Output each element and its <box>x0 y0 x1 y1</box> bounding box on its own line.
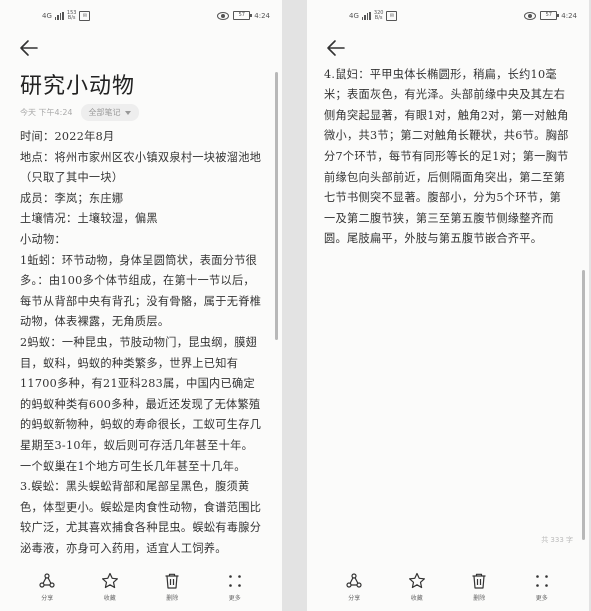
note-line: 时间：2022年8月 <box>20 130 115 143</box>
trash-icon <box>165 573 179 589</box>
note-line: 1蚯蚓：环节动物，身体呈圆筒状，表面分节很多。：由100多个体节组成，在第十一节… <box>20 253 262 329</box>
speed-unit: B/s <box>67 15 76 21</box>
trash-icon <box>472 573 486 589</box>
eye-comfort-icon <box>217 11 230 20</box>
favorite-label: 收藏 <box>103 595 116 602</box>
caret-down-icon <box>124 110 131 115</box>
eye-comfort-icon <box>524 11 537 20</box>
clock: 4:24 <box>561 11 577 20</box>
note-date: 今天 下午4:24 <box>20 108 73 117</box>
battery-icon: 57 <box>540 11 560 20</box>
category-dropdown[interactable]: 全部笔记 <box>80 104 139 121</box>
speed-unit: B/s <box>374 15 383 21</box>
more-button[interactable]: 更多 <box>213 563 257 611</box>
word-count: 共 333 字 <box>541 536 573 544</box>
more-dots-icon <box>228 575 241 587</box>
network-speed: 153 B/s <box>67 11 77 21</box>
back-button[interactable] <box>18 38 40 58</box>
note-line: 4.鼠妇：平甲虫体长椭圆形，稍扁，长约10毫米；表面灰色，有光泽。头部前缘中央及… <box>324 67 569 246</box>
share-label: 分享 <box>348 595 361 602</box>
note-line: 小动物： <box>20 232 66 246</box>
share-icon <box>346 573 362 588</box>
note-line: 2蚂蚁：一种昆虫，节肢动物门，昆虫纲，膜翅目，蚁科，蚂蚁的种类繁多，世界上已知有… <box>20 335 262 473</box>
delete-label: 删除 <box>473 595 486 602</box>
star-icon <box>101 572 118 589</box>
status-bar: 4G 320 B/s ✉ 57 4:24 <box>307 8 589 24</box>
network-speed: 320 B/s <box>374 11 384 21</box>
more-label: 更多 <box>535 595 548 602</box>
more-button[interactable]: 更多 <box>520 563 564 611</box>
signal-icon <box>54 12 64 20</box>
favorite-button[interactable]: 收藏 <box>395 563 439 611</box>
battery-level: 57 <box>238 12 245 18</box>
bottom-toolbar: 分享 收藏 删除 更多 <box>307 563 589 611</box>
share-label: 分享 <box>41 595 54 602</box>
note-body[interactable]: 时间：2022年8月 地点：将州市家州区农小镇双泉村一块被溜池地（只取了其中一块… <box>20 127 264 559</box>
delete-label: 删除 <box>166 595 179 602</box>
note-title[interactable]: 研究小动物 <box>20 68 135 100</box>
note-line: 土壤情况：土壤较湿，偏黑 <box>20 212 158 226</box>
scrollbar[interactable] <box>275 72 278 340</box>
more-label: 更多 <box>228 595 241 602</box>
note-screen-top: 4G 153 B/s ✉ 57 4:24 研究小动物 今天 下午4:24 全部笔记… <box>0 0 282 611</box>
note-line: 成员：李岚；东庄娜 <box>20 191 124 205</box>
category-label: 全部笔记 <box>88 108 121 117</box>
clock: 4:24 <box>254 11 270 20</box>
delete-button[interactable]: 删除 <box>457 563 501 611</box>
note-line: 地点：将州市家州区农小镇双泉村一块被溜池地（只取了其中一块） <box>20 150 262 185</box>
note-screen-scrolled: 4G 320B/s ✉ 57 4:24 2蚂蚁：一种昆虫，节肢动物门，昆虫纲，膜… <box>307 0 589 611</box>
arrow-left-icon <box>20 40 38 56</box>
arrow-left-icon <box>327 40 345 56</box>
star-icon <box>408 572 425 589</box>
note-line: 3.蜈蚣：黑头蜈蚣背部和尾部呈黑色，腹须黄色，体型更小。蜈蚣是肉食性动物，食谱范… <box>20 480 262 555</box>
note-body[interactable]: 2蚂蚁：一种昆虫，节肢动物门，昆虫纲，膜翅目，蚁科，蚂蚁的种类繁多，世界上已知有… <box>324 64 569 464</box>
share-button[interactable]: 分享 <box>332 563 376 611</box>
scrollbar[interactable] <box>582 270 585 540</box>
network-label: 4G <box>42 12 52 20</box>
share-button[interactable]: 分享 <box>25 563 69 611</box>
note-meta: 今天 下午4:24 全部笔记 <box>20 104 139 121</box>
battery-level: 57 <box>545 12 552 18</box>
signal-icon <box>361 12 371 20</box>
bottom-toolbar: 分享 收藏 删除 更多 <box>0 563 282 611</box>
battery-icon: 57 <box>233 11 253 20</box>
favorite-label: 收藏 <box>410 595 423 602</box>
more-dots-icon <box>535 575 548 587</box>
back-button[interactable] <box>325 38 347 58</box>
notification-app-icon: ✉ <box>79 11 91 21</box>
favorite-button[interactable]: 收藏 <box>88 563 132 611</box>
network-label: 4G <box>349 12 359 20</box>
status-bar: 4G 153 B/s ✉ 57 4:24 <box>0 8 282 24</box>
notification-app-icon: ✉ <box>386 11 398 21</box>
delete-button[interactable]: 删除 <box>150 563 194 611</box>
share-icon <box>39 573 55 588</box>
